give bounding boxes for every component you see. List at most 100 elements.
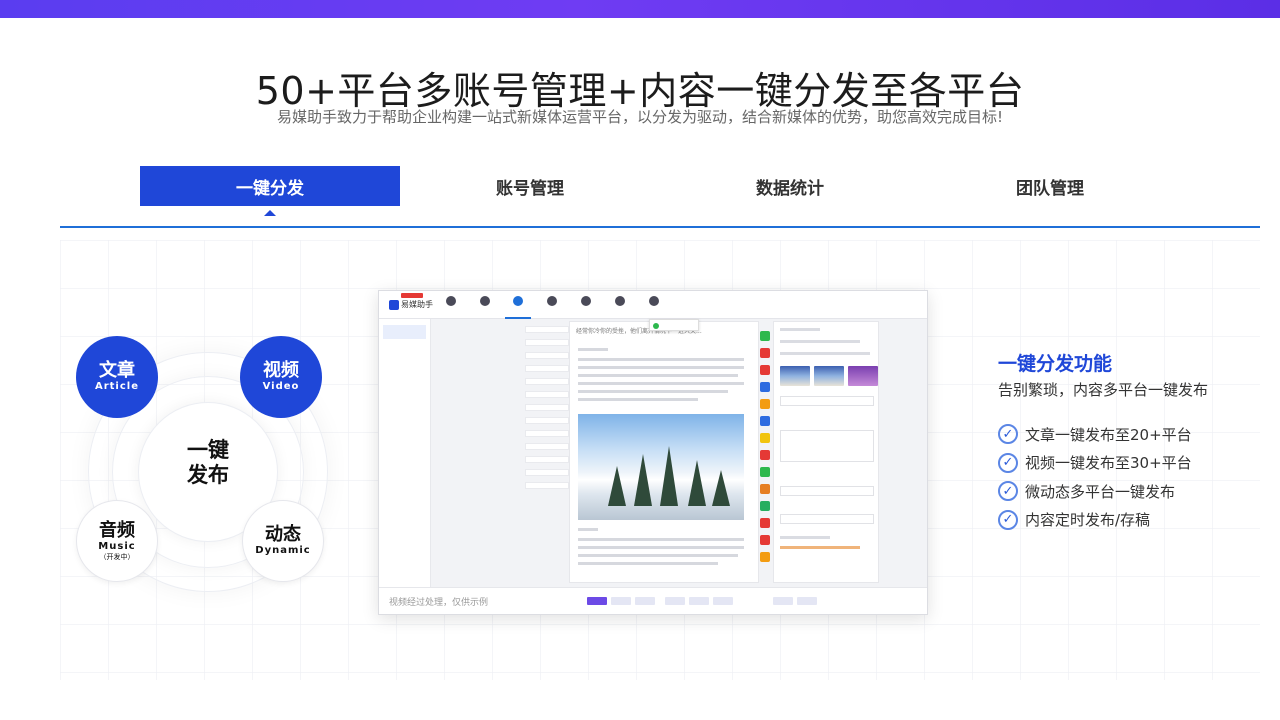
platform-icon — [760, 501, 770, 511]
center-line-1: 一键 — [187, 438, 229, 462]
tree-shape — [712, 470, 730, 506]
check-circle-icon: ✓ — [998, 452, 1018, 473]
app-sidebar-item — [383, 385, 426, 399]
app-text-line — [780, 340, 860, 343]
app-editor: 经常你冷你的受挫，他们离开情况下一进入关... — [569, 321, 759, 583]
app-action-button — [773, 597, 793, 605]
app-snow-image — [578, 414, 744, 520]
app-text-line — [578, 382, 744, 385]
feature-item: ✓ 文章一键发布至20+平台 — [998, 424, 1192, 444]
app-action-button — [797, 597, 817, 605]
app-bottom-bar: 视频经过处理，仅供示例 — [379, 587, 927, 614]
platform-icon — [760, 365, 770, 375]
app-input-box — [780, 514, 874, 524]
app-list-item — [525, 391, 569, 398]
app-textarea-box — [780, 430, 874, 462]
feature-item: ✓ 内容定时发布/存稿 — [998, 509, 1192, 530]
app-list-item — [525, 352, 569, 359]
app-sidebar-item — [383, 345, 426, 359]
check-circle-icon: ✓ — [998, 481, 1018, 501]
cover-thumbnail — [814, 366, 844, 386]
app-action-button — [713, 597, 733, 605]
app-logo-badge — [401, 293, 423, 298]
nav-team-icon — [615, 296, 625, 306]
active-tab-caret-icon — [264, 210, 276, 216]
nav-account-icon — [649, 296, 659, 306]
video-en-label: Video — [262, 381, 300, 392]
app-text-line — [578, 528, 598, 531]
platform-icon — [760, 399, 770, 409]
tab-data-statistics[interactable]: 数据统计 — [660, 166, 920, 206]
app-text-line — [578, 348, 608, 351]
page-subtitle: 易媒助手致力于帮助企业构建一站式新媒体运营平台，以分发为驱动，结合新媒体的优势，… — [276, 108, 1004, 126]
nav-data-icon — [581, 296, 591, 306]
feature-item-label: 内容定时发布/存稿 — [1025, 511, 1151, 529]
app-text-line — [578, 562, 718, 565]
success-icon — [653, 323, 659, 329]
app-list-item — [525, 365, 569, 372]
tab-divider — [60, 226, 1260, 228]
app-article-list — [525, 321, 569, 591]
feature-item: ✓ 微动态多平台一键发布 — [998, 481, 1192, 501]
diagram-center-label: 一键 发布 — [138, 438, 278, 488]
feature-list: ✓ 文章一键发布至20+平台 ✓ 视频一键发布至30+平台 ✓ 微动态多平台一键… — [998, 424, 1192, 538]
article-label: 文章 — [99, 360, 135, 381]
video-bubble: 视频 Video — [240, 336, 322, 418]
screenshot-caption: 视频经过处理，仅供示例 — [389, 598, 489, 608]
app-list-item — [525, 339, 569, 346]
app-sidebar-item — [383, 325, 426, 339]
tree-shape — [608, 466, 626, 506]
app-topbar: 易媒助手 — [379, 291, 927, 319]
platform-icon — [760, 467, 770, 477]
center-line-2: 发布 — [187, 463, 229, 487]
feature-tabs: 一键分发 账号管理 数据统计 团队管理 — [140, 166, 1180, 216]
app-sidebar — [379, 319, 431, 614]
app-text-line — [578, 358, 744, 361]
check-circle-icon: ✓ — [998, 509, 1018, 530]
tree-shape — [660, 446, 678, 506]
app-text-line — [780, 536, 830, 539]
app-text-line — [780, 328, 820, 331]
app-platform-icons — [759, 331, 771, 569]
article-bubble: 文章 Article — [76, 336, 158, 418]
platform-icon — [760, 348, 770, 358]
tab-team-management[interactable]: 团队管理 — [920, 166, 1180, 206]
app-list-item — [525, 404, 569, 411]
app-text-line — [578, 366, 744, 369]
app-sidebar-item — [383, 365, 426, 379]
app-list-item — [525, 456, 569, 463]
feature-item: ✓ 视频一键发布至30+平台 — [998, 452, 1192, 473]
check-circle-icon: ✓ — [998, 424, 1018, 444]
music-note: （开发中） — [99, 552, 135, 561]
app-text-line — [780, 352, 870, 355]
app-logo-icon — [389, 300, 399, 310]
platform-icon — [760, 518, 770, 528]
app-input-box — [780, 396, 874, 406]
platform-icon — [760, 433, 770, 443]
app-list-item — [525, 417, 569, 424]
app-text-line — [578, 390, 728, 393]
music-label: 音频 — [99, 519, 135, 541]
feature-description: 告别繁琐，内容多平台一键发布 — [998, 381, 1209, 399]
video-label: 视频 — [263, 360, 299, 381]
feature-item-label: 视频一键发布至30+平台 — [1025, 454, 1192, 472]
app-text-line — [578, 398, 698, 401]
app-action-button — [635, 597, 655, 605]
app-toast — [649, 319, 699, 331]
platform-icon — [760, 450, 770, 460]
app-list-item — [525, 469, 569, 476]
app-settings-panel — [773, 321, 879, 583]
article-en-label: Article — [94, 381, 140, 392]
app-text-line — [578, 546, 744, 549]
platform-icon — [760, 331, 770, 341]
feature-item-label: 微动态多平台一键发布 — [1025, 482, 1176, 501]
dynamic-label: 动态 — [265, 524, 301, 545]
app-list-item — [525, 482, 569, 489]
nav-publish-icon — [513, 296, 523, 306]
tab-account-management[interactable]: 账号管理 — [400, 166, 660, 206]
music-bubble: 音频 Music （开发中） — [76, 500, 158, 582]
music-en-label: Music — [98, 540, 136, 552]
app-text-line — [578, 554, 738, 557]
app-action-button — [665, 597, 685, 605]
tab-one-click-publish[interactable]: 一键分发 — [140, 166, 400, 206]
